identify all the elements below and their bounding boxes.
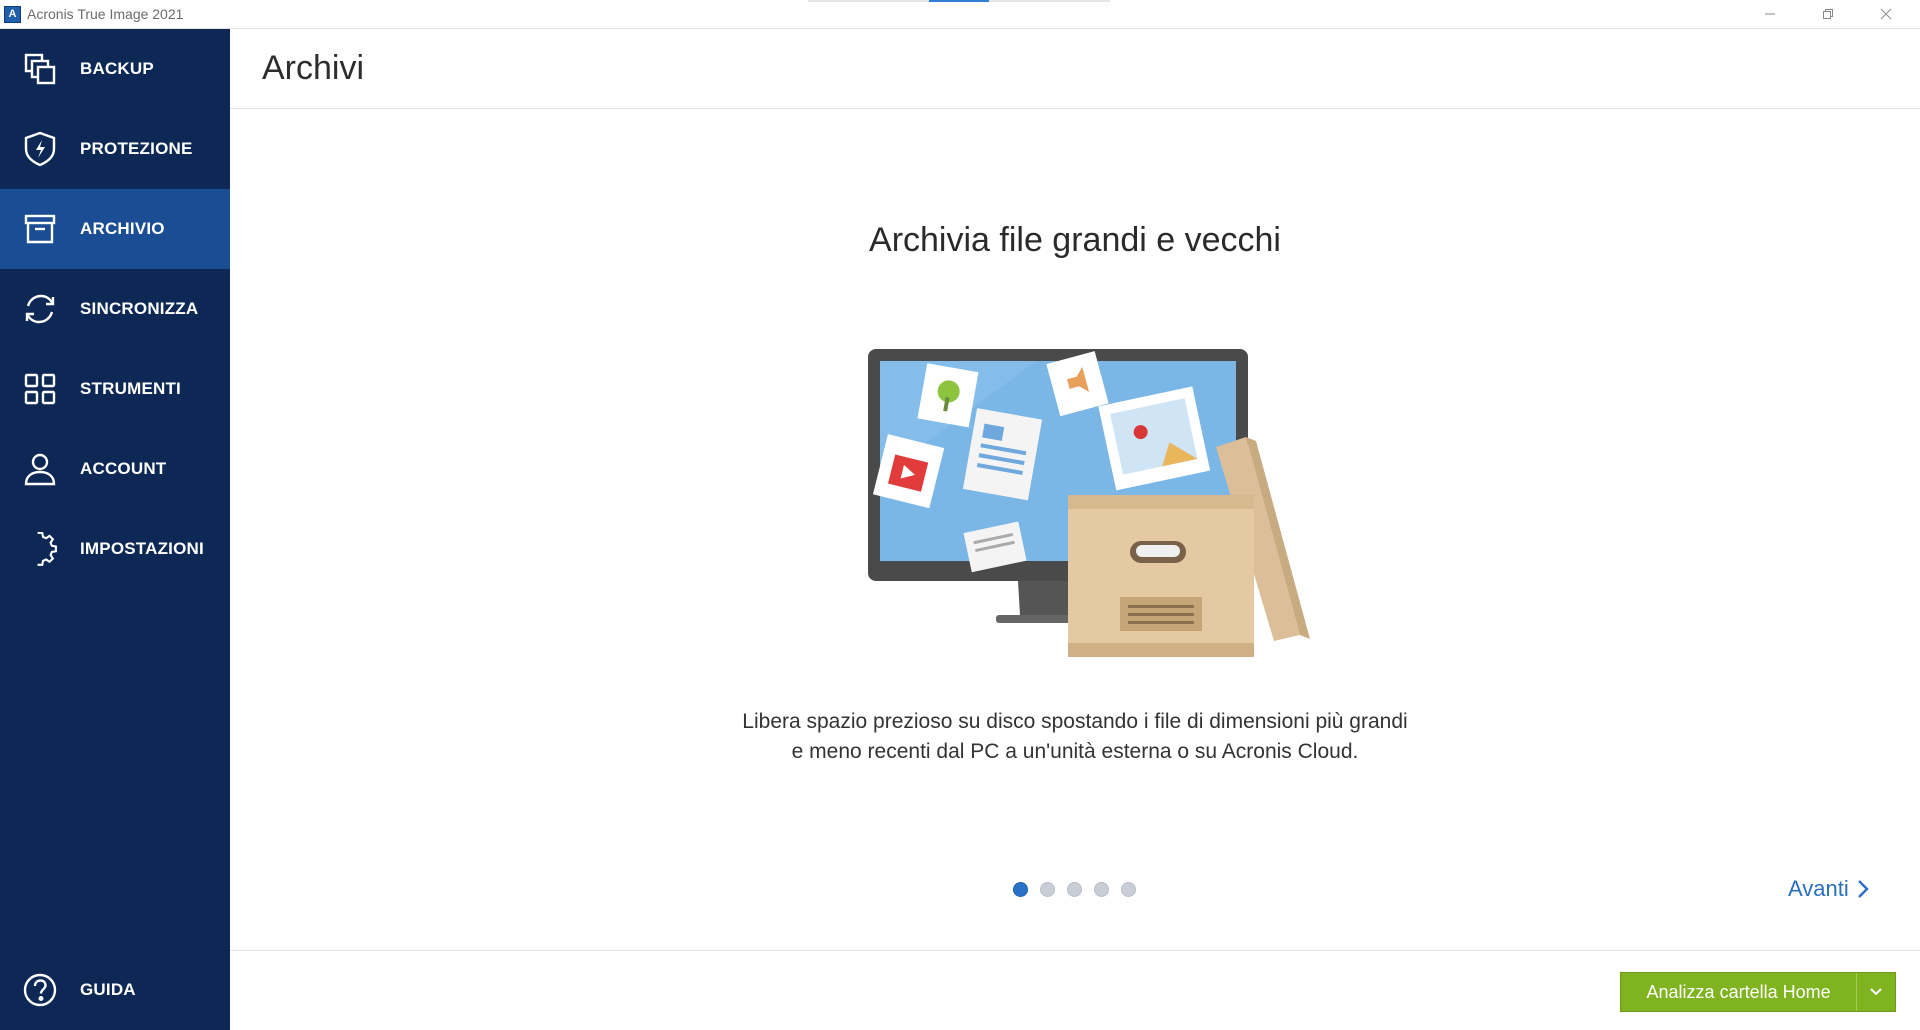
sidebar-item-label: SINCRONIZZA xyxy=(80,299,199,318)
shield-bolt-icon xyxy=(22,131,58,167)
slide-description-line-1: Libera spazio prezioso su disco spostand… xyxy=(742,710,1408,733)
sidebar-item-guida[interactable]: GUIDA xyxy=(0,950,230,1030)
sidebar-item-sincronizza[interactable]: SINCRONIZZA xyxy=(0,269,230,349)
main-content: Archivi Archivia file grandi e vecchi Li… xyxy=(230,29,1920,1030)
pagination-dot[interactable] xyxy=(1067,882,1082,897)
page-header: Archivi xyxy=(230,29,1920,109)
close-button[interactable] xyxy=(1857,0,1915,28)
help-circle-icon xyxy=(22,972,58,1008)
pagination-dot[interactable] xyxy=(1121,882,1136,897)
analyze-options-dropdown[interactable] xyxy=(1857,973,1895,1011)
sidebar-item-label: ACCOUNT xyxy=(80,459,167,478)
sidebar-item-label: PROTEZIONE xyxy=(80,139,193,158)
sync-arrows-icon xyxy=(22,291,58,327)
title-bar-accent xyxy=(929,0,989,2)
restore-button[interactable] xyxy=(1799,0,1857,28)
grid-tools-icon xyxy=(22,371,58,407)
slide-pagination xyxy=(1013,882,1136,898)
sidebar-item-label: STRUMENTI xyxy=(80,379,181,398)
sidebar-item-label: BACKUP xyxy=(80,59,154,78)
slide-description: Libera spazio prezioso su disco spostand… xyxy=(230,707,1920,767)
sidebar: BACKUP PROTEZIONE ARCHIVIO SINCRONIZZA S… xyxy=(0,29,230,1030)
analyze-home-split-button: Analizza cartella Home xyxy=(1620,972,1896,1012)
pagination-dot[interactable] xyxy=(1013,882,1028,897)
minimize-button[interactable] xyxy=(1741,0,1799,28)
restore-icon xyxy=(1823,9,1833,19)
slide-description-line-2: e meno recenti dal PC a un'unità esterna… xyxy=(791,740,1359,763)
sidebar-item-label: GUIDA xyxy=(80,980,136,999)
chevron-down-icon xyxy=(1870,988,1882,996)
archive-box-icon xyxy=(22,211,58,247)
title-bar: A Acronis True Image 2021 xyxy=(0,0,1920,29)
window-title: Acronis True Image 2021 xyxy=(27,6,184,22)
sidebar-item-protezione[interactable]: PROTEZIONE xyxy=(0,109,230,189)
next-link[interactable]: Avanti xyxy=(1788,876,1869,902)
sidebar-item-label: IMPOSTAZIONI xyxy=(80,539,204,558)
user-icon xyxy=(22,451,58,487)
sidebar-item-backup[interactable]: BACKUP xyxy=(0,29,230,109)
sidebar-item-strumenti[interactable]: STRUMENTI xyxy=(0,349,230,429)
close-icon xyxy=(1880,8,1892,20)
sidebar-item-archivio[interactable]: ARCHIVIO xyxy=(0,189,230,269)
slide-heading: Archivia file grandi e vecchi xyxy=(869,221,1281,259)
sidebar-item-label: ARCHIVIO xyxy=(80,219,165,238)
app-logo-icon: A xyxy=(4,6,21,23)
sidebar-item-impostazioni[interactable]: IMPOSTAZIONI xyxy=(0,509,230,589)
archive-illustration xyxy=(866,347,1346,677)
minimize-icon xyxy=(1765,13,1775,15)
gear-icon xyxy=(22,531,58,567)
footer-bar: Analizza cartella Home xyxy=(230,950,1920,1030)
analyze-home-button[interactable]: Analizza cartella Home xyxy=(1621,973,1856,1011)
pagination-dot[interactable] xyxy=(1040,882,1055,897)
backup-copies-icon xyxy=(22,51,58,87)
next-label: Avanti xyxy=(1788,876,1849,901)
pagination-dot[interactable] xyxy=(1094,882,1109,897)
chevron-right-icon xyxy=(1857,880,1869,898)
page-title: Archivi xyxy=(262,49,365,87)
sidebar-item-account[interactable]: ACCOUNT xyxy=(0,429,230,509)
